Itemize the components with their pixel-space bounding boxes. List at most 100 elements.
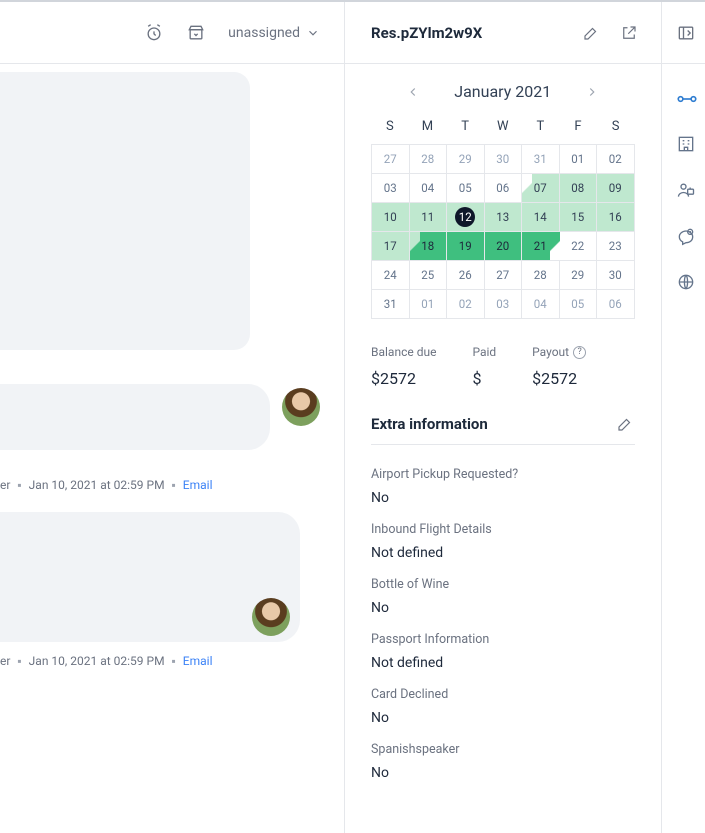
message-channel[interactable]: Email	[183, 654, 213, 668]
calendar-day[interactable]: 05	[447, 174, 485, 203]
rail-timeline-icon[interactable]	[676, 88, 696, 108]
calendar-day[interactable]: 23	[597, 232, 635, 261]
message-channel[interactable]: Email	[183, 478, 213, 492]
calendar-next[interactable]	[585, 85, 599, 99]
calendar-prev[interactable]	[406, 85, 420, 99]
calendar-day[interactable]: 31	[522, 145, 560, 174]
calendar-weekday: S	[371, 115, 409, 138]
extra-info-field: Passport InformationNot defined	[371, 632, 635, 671]
message-bubble	[0, 384, 270, 450]
collapse-panel-icon[interactable]	[676, 23, 696, 43]
reservation-id: Res.pZYlm2w9X	[371, 24, 482, 42]
archive-icon[interactable]	[186, 23, 206, 43]
paid-label: Paid	[472, 345, 496, 359]
calendar-day[interactable]: 09	[597, 174, 635, 203]
calendar-day[interactable]: 31	[372, 290, 410, 319]
calendar-grid: 2728293031010203040506070809101112131415…	[371, 144, 635, 319]
message-row	[0, 384, 320, 450]
calendar-day[interactable]: 30	[597, 261, 635, 290]
calendar-day[interactable]: 13	[485, 203, 523, 232]
rail-guest-icon[interactable]	[676, 180, 696, 200]
calendar-day[interactable]: 01	[560, 145, 598, 174]
message-meta: Housekeeper ▪ Jan 10, 2021 at 02:59 PM ▪…	[0, 654, 213, 668]
calendar-day[interactable]: 14	[522, 203, 560, 232]
extra-info-field: Bottle of WineNo	[371, 577, 635, 616]
open-external-icon[interactable]	[619, 23, 639, 43]
conversation-header: unassigned	[0, 2, 344, 64]
calendar-day[interactable]: 06	[485, 174, 523, 203]
field-value: No	[371, 710, 635, 726]
calendar-day[interactable]: 26	[447, 261, 485, 290]
calendar-day[interactable]: 03	[485, 290, 523, 319]
calendar-day[interactable]: 22	[560, 232, 598, 261]
calendar-day[interactable]: 11	[410, 203, 448, 232]
field-label: Card Declined	[371, 687, 635, 702]
assign-dropdown[interactable]: unassigned	[228, 25, 320, 41]
conversation-pane: unassigned Housekeeper ▪ Jan 10, 2021 at…	[0, 2, 345, 833]
calendar-day[interactable]: 08	[560, 174, 598, 203]
extra-info-fields: Airport Pickup Requested? No Inbound Fligh…	[345, 445, 661, 811]
avatar	[282, 388, 320, 426]
calendar-day[interactable]: 07	[522, 174, 560, 203]
message-time: 02:59 PM	[114, 654, 165, 668]
message-meta: Housekeeper ▪ Jan 10, 2021 at 02:59 PM ▪…	[0, 478, 213, 492]
calendar-day[interactable]: 19	[447, 232, 485, 261]
calendar-day[interactable]: 12	[447, 203, 485, 232]
calendar-weekdays: SMTWTFS	[371, 115, 635, 138]
field-value: No	[371, 765, 635, 781]
calendar-day[interactable]: 18	[410, 232, 448, 261]
calendar-weekday: T	[446, 115, 484, 138]
calendar-day[interactable]: 20	[485, 232, 523, 261]
calendar-day[interactable]: 02	[447, 290, 485, 319]
reservation-detail-pane: Res.pZYlm2w9X January 2021 SMTWTFS	[345, 2, 662, 833]
field-label: Inbound Flight Details	[371, 522, 635, 537]
extra-info-field: Card Declined No	[371, 687, 635, 726]
extra-info-field: SpanishspeakerNo	[371, 742, 635, 781]
calendar-day[interactable]: 24	[372, 261, 410, 290]
detail-header: Res.pZYlm2w9X	[345, 2, 661, 64]
message-row	[0, 594, 290, 638]
calendar-day[interactable]: 17	[372, 232, 410, 261]
calendar-day[interactable]: 27	[485, 261, 523, 290]
calendar-day[interactable]: 25	[410, 261, 448, 290]
calendar-day[interactable]: 04	[522, 290, 560, 319]
calendar-day[interactable]: 10	[372, 203, 410, 232]
calendar-day[interactable]: 30	[485, 145, 523, 174]
calendar-day[interactable]: 29	[560, 261, 598, 290]
calendar-day[interactable]: 16	[597, 203, 635, 232]
extra-info-field: Airport Pickup Requested? No	[371, 467, 635, 506]
calendar-month-label: January 2021	[454, 82, 551, 101]
calendar-day[interactable]: 06	[597, 290, 635, 319]
calendar-day[interactable]: 21	[522, 232, 560, 261]
calendar-day[interactable]: 04	[410, 174, 448, 203]
calendar-day[interactable]: 27	[372, 145, 410, 174]
snooze-icon[interactable]	[144, 23, 164, 43]
calendar-day[interactable]: 05	[560, 290, 598, 319]
calendar-day[interactable]: 28	[522, 261, 560, 290]
field-value: Not defined	[371, 545, 635, 561]
balance-due-label: Balance due	[371, 345, 436, 359]
calendar-day[interactable]: 01	[410, 290, 448, 319]
message-bubble	[0, 594, 240, 638]
calendar: January 2021 SMTWTFS 2728293031010203040…	[345, 64, 661, 327]
calendar-day[interactable]: 03	[372, 174, 410, 203]
calendar-day[interactable]: 28	[410, 145, 448, 174]
side-rail	[662, 2, 705, 833]
rail-activity-icon[interactable]	[676, 226, 696, 246]
calendar-day[interactable]: 15	[560, 203, 598, 232]
help-icon[interactable]: ?	[573, 346, 586, 359]
field-label: Airport Pickup Requested?	[371, 467, 635, 482]
edit-icon[interactable]	[581, 23, 601, 43]
field-label: Passport Information	[371, 632, 635, 647]
message-author: Housekeeper	[0, 654, 10, 668]
calendar-day[interactable]: 29	[447, 145, 485, 174]
extra-info-title: Extra information	[371, 415, 488, 433]
message-time: 02:59 PM	[114, 478, 165, 492]
rail-globe-icon[interactable]	[676, 272, 696, 292]
edit-extra-info-icon[interactable]	[615, 414, 635, 434]
finance-summary: Balance due $2572 Paid $ Payout ? $2572	[345, 327, 661, 394]
rail-property-icon[interactable]	[676, 134, 696, 154]
field-value: No	[371, 600, 635, 616]
field-value: No	[371, 490, 635, 506]
calendar-day[interactable]: 02	[597, 145, 635, 174]
